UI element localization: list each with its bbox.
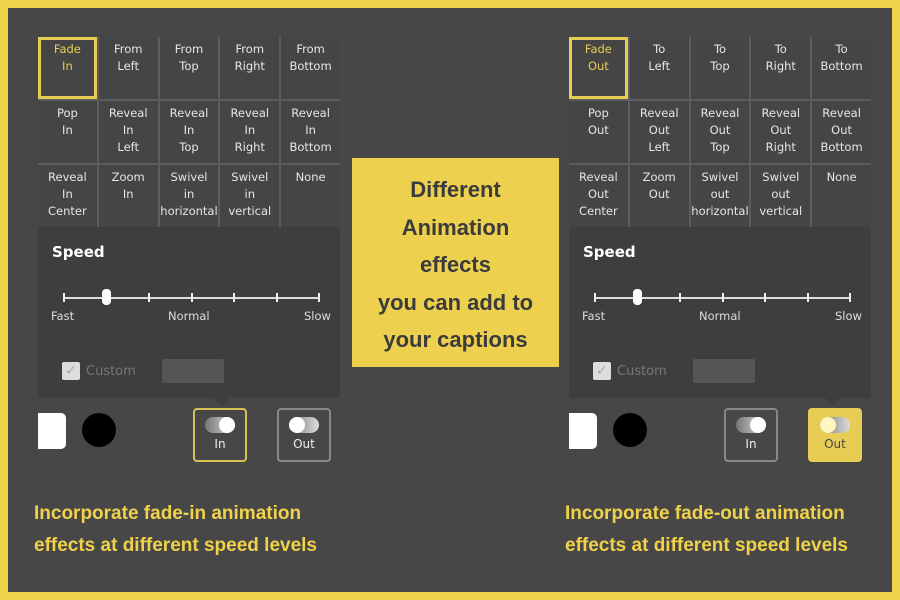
slider-tick [679,293,681,302]
slider-tick [190,293,193,302]
slider-tick [721,293,724,302]
effect-option[interactable]: Reveal Out Center [569,165,628,227]
slider-thumb[interactable] [632,289,642,305]
effect-option[interactable]: To Right [751,37,811,99]
custom-speed-input[interactable] [692,359,755,383]
effect-option[interactable]: To Bottom [812,37,871,99]
effect-option[interactable]: From Right [220,37,280,99]
toggle-icon [205,417,235,433]
pointer-arrow [825,398,841,406]
slider-tick [233,293,235,302]
toggle-icon [289,417,319,433]
effect-option[interactable]: Swivel in horizontal [159,165,219,227]
speed-slider[interactable] [63,289,320,305]
out-button[interactable]: Out [277,408,331,462]
in-label: In [745,437,757,451]
custom-speed: ✓ Custom [62,359,224,383]
fast-label: Fast [582,309,606,323]
effect-grid: Fade Out To Left To Top To Right To Bottom Po… [569,37,871,227]
effect-option[interactable]: Pop Out [569,101,628,163]
toggle-icon [736,417,766,433]
black-color-swatch[interactable] [613,413,647,447]
effect-option[interactable]: None [281,165,340,227]
effect-option[interactable]: None [812,165,871,227]
custom-label: Custom [617,363,667,379]
slider-tick [806,293,809,302]
black-color-swatch[interactable] [82,413,116,447]
effect-option[interactable]: Zoom In [98,165,158,227]
normal-label: Normal [168,309,210,323]
in-label: In [214,437,226,451]
in-button[interactable]: In [193,408,247,462]
left-animation-panel: Fade In From Left From Top From Right From B… [38,37,340,398]
in-button[interactable]: In [724,408,778,462]
slider-tick [318,293,320,302]
effect-option[interactable]: From Left [98,37,158,99]
right-animation-panel: Fade Out To Left To Top To Right To Bottom Po… [569,37,871,398]
effect-option[interactable]: Swivel in vertical [220,165,280,227]
effect-option[interactable]: Fade In [38,37,97,99]
custom-checkbox[interactable]: ✓ [62,362,80,380]
effect-option[interactable]: Fade Out [569,37,628,99]
effect-option[interactable]: Reveal In Right [220,101,280,163]
slider-tick [63,293,65,302]
slider-tick [594,293,596,302]
toggle-icon [820,417,850,433]
slider-tick [764,293,766,302]
out-label: Out [824,437,846,451]
out-label: Out [293,437,315,451]
effect-option[interactable]: Reveal Out Bottom [812,101,871,163]
custom-label: Custom [86,363,136,379]
speed-slider[interactable] [594,289,851,305]
speed-title: Speed [52,243,105,261]
effect-option[interactable]: Reveal In Left [98,101,158,163]
effect-option[interactable]: Pop In [38,101,97,163]
slow-label: Slow [304,309,331,323]
effect-option[interactable]: To Top [690,37,750,99]
effect-option[interactable]: To Left [629,37,689,99]
effect-option[interactable]: From Top [159,37,219,99]
effect-option[interactable]: Reveal Out Right [751,101,811,163]
slow-label: Slow [835,309,862,323]
out-button[interactable]: Out [808,408,862,462]
effect-option[interactable]: Zoom Out [629,165,689,227]
effect-option[interactable]: Reveal Out Left [629,101,689,163]
slider-thumb[interactable] [101,289,111,305]
effect-option[interactable]: Reveal Out Top [690,101,750,163]
effect-grid: Fade In From Left From Top From Right From B… [38,37,340,227]
normal-label: Normal [699,309,741,323]
white-color-swatch[interactable] [569,413,597,449]
white-color-swatch[interactable] [38,413,66,449]
effect-option[interactable]: Reveal In Top [159,101,219,163]
speed-title: Speed [583,243,636,261]
effect-option[interactable]: Reveal In Center [38,165,97,227]
fast-label: Fast [51,309,75,323]
right-caption: Incorporate fade-out animation effects a… [565,503,848,556]
left-caption: Incorporate fade-in animation effects at… [34,503,317,556]
pointer-arrow [214,398,230,406]
slider-tick [275,293,278,302]
slider-tick [849,293,851,302]
effect-option[interactable]: Swivel out vertical [751,165,811,227]
custom-speed: ✓ Custom [593,359,755,383]
effect-option[interactable]: From Bottom [281,37,340,99]
slider-tick [148,293,150,302]
effect-option[interactable]: Swivel out horizontal [690,165,750,227]
custom-speed-input[interactable] [161,359,224,383]
center-title: Different Animation effects you can add … [352,158,559,367]
effect-option[interactable]: Reveal In Bottom [281,101,340,163]
custom-checkbox[interactable]: ✓ [593,362,611,380]
